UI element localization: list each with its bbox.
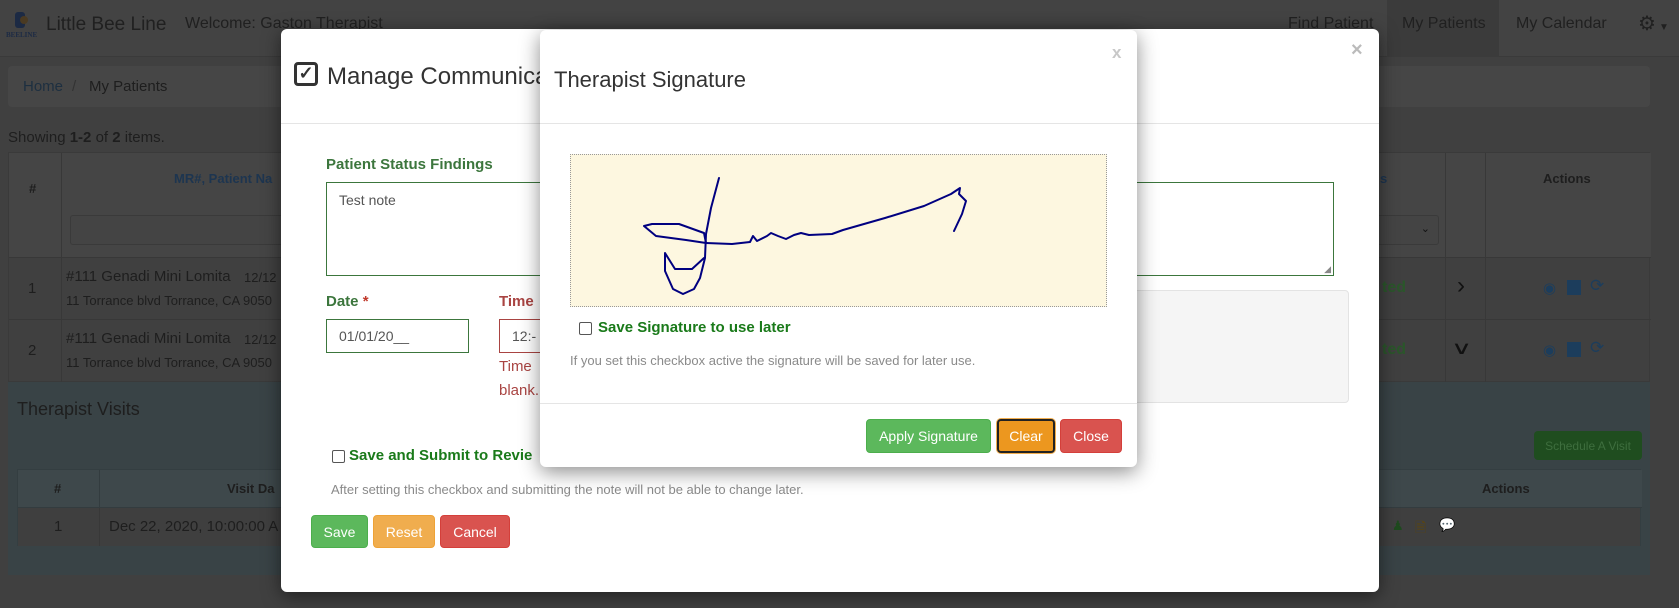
signature-modal-title: Therapist Signature bbox=[554, 67, 746, 92]
user-icon[interactable]: ♟ bbox=[1392, 518, 1404, 534]
chevron-down-icon: ⌄ bbox=[1420, 223, 1430, 235]
therapist-signature-modal: Therapist Signature x Save Signature to … bbox=[540, 30, 1137, 467]
resize-handle-icon: ◢ bbox=[1324, 264, 1331, 274]
header-visit-date[interactable]: Visit Da bbox=[227, 481, 274, 496]
patient-name[interactable]: #111 Genadi Mini Lomita bbox=[66, 268, 231, 285]
header-actions: Actions bbox=[1486, 153, 1651, 258]
patient-dob: 12/12 bbox=[244, 332, 277, 347]
close-icon[interactable]: x bbox=[1112, 43, 1121, 63]
submit-review-checkbox[interactable] bbox=[332, 450, 345, 463]
nav-my-calendar[interactable]: My Calendar bbox=[1516, 15, 1607, 33]
breadcrumb-current: My Patients bbox=[89, 78, 168, 95]
breadcrumb-home[interactable]: Home bbox=[23, 78, 63, 95]
visits-title: Therapist Visits bbox=[17, 399, 140, 419]
sort-status-link[interactable]: s bbox=[1380, 171, 1387, 186]
checkbox-square-icon: ✓ bbox=[294, 62, 318, 86]
save-signature-label[interactable]: Save Signature to use later bbox=[598, 319, 791, 336]
patient-dob: 12/12 bbox=[244, 270, 277, 285]
eye-icon[interactable]: ◉ bbox=[1543, 279, 1556, 297]
time-label: Time bbox=[499, 293, 534, 310]
save-button[interactable]: Save bbox=[311, 515, 368, 548]
caret-down-icon: ▼ bbox=[1658, 22, 1669, 33]
eye-icon[interactable]: ◉ bbox=[1543, 341, 1556, 359]
findings-label: Patient Status Findings bbox=[326, 156, 493, 173]
time-error-line1: Time bbox=[499, 358, 532, 375]
patient-name[interactable]: #111 Genadi Mini Lomita bbox=[66, 330, 231, 347]
calendar-icon[interactable] bbox=[1567, 280, 1581, 295]
time-error-line2: blank. bbox=[499, 382, 540, 399]
status-badge: ted bbox=[1382, 341, 1406, 358]
refresh-icon[interactable]: ⟳ bbox=[1590, 276, 1604, 296]
header-divider bbox=[540, 123, 1137, 124]
save-signature-checkbox[interactable] bbox=[579, 322, 592, 335]
save-signature-help: If you set this checkbox active the sign… bbox=[570, 353, 976, 368]
apply-signature-button[interactable]: Apply Signature bbox=[866, 419, 991, 453]
document-icon[interactable]: 🗎 bbox=[1415, 517, 1426, 541]
brand-logo[interactable]: BEELINE bbox=[6, 12, 37, 42]
header-num: # bbox=[9, 153, 62, 258]
status-badge: ted bbox=[1382, 279, 1406, 296]
comments-icon[interactable]: 💬 bbox=[1439, 517, 1455, 533]
submit-review-label[interactable]: Save and Submit to Revie bbox=[349, 447, 532, 464]
submit-review-help: After setting this checkbox and submitti… bbox=[331, 482, 804, 497]
signature-drawing bbox=[643, 177, 967, 295]
summary-text: Showing 1-2 of 2 items. bbox=[8, 129, 165, 146]
refresh-icon[interactable]: ⟳ bbox=[1590, 338, 1604, 358]
footer-divider bbox=[540, 403, 1137, 404]
chevron-right-icon[interactable]: › bbox=[1457, 272, 1465, 300]
close-icon[interactable]: × bbox=[1351, 39, 1363, 62]
patient-address: 11 Torrance blvd Torrance, CA 9050 bbox=[66, 355, 272, 370]
breadcrumb-separator: / bbox=[72, 78, 77, 95]
modal-title: Manage Communica bbox=[327, 63, 549, 90]
schedule-visit-button[interactable]: Schedule A Visit bbox=[1534, 431, 1642, 460]
reset-button[interactable]: Reset bbox=[373, 515, 435, 548]
signature-pad[interactable] bbox=[570, 154, 1107, 307]
clear-button[interactable]: Clear bbox=[997, 419, 1055, 453]
chevron-down-icon[interactable]: ∨ bbox=[1451, 338, 1472, 359]
gear-icon[interactable]: ⚙ ▼ bbox=[1638, 11, 1669, 36]
calendar-icon[interactable] bbox=[1567, 342, 1581, 357]
header-expand bbox=[1446, 153, 1486, 258]
close-button[interactable]: Close bbox=[1060, 419, 1122, 453]
date-input[interactable]: 01/01/20__ bbox=[326, 319, 469, 353]
nav-my-patients[interactable]: My Patients bbox=[1402, 15, 1486, 33]
patient-address: 11 Torrance blvd Torrance, CA 9050 bbox=[66, 293, 272, 308]
date-label: Date * bbox=[326, 293, 369, 310]
sort-mr-link[interactable]: MR#, Patient Na bbox=[174, 171, 272, 186]
cancel-button[interactable]: Cancel bbox=[440, 515, 510, 548]
brand-name[interactable]: Little Bee Line bbox=[46, 14, 166, 36]
